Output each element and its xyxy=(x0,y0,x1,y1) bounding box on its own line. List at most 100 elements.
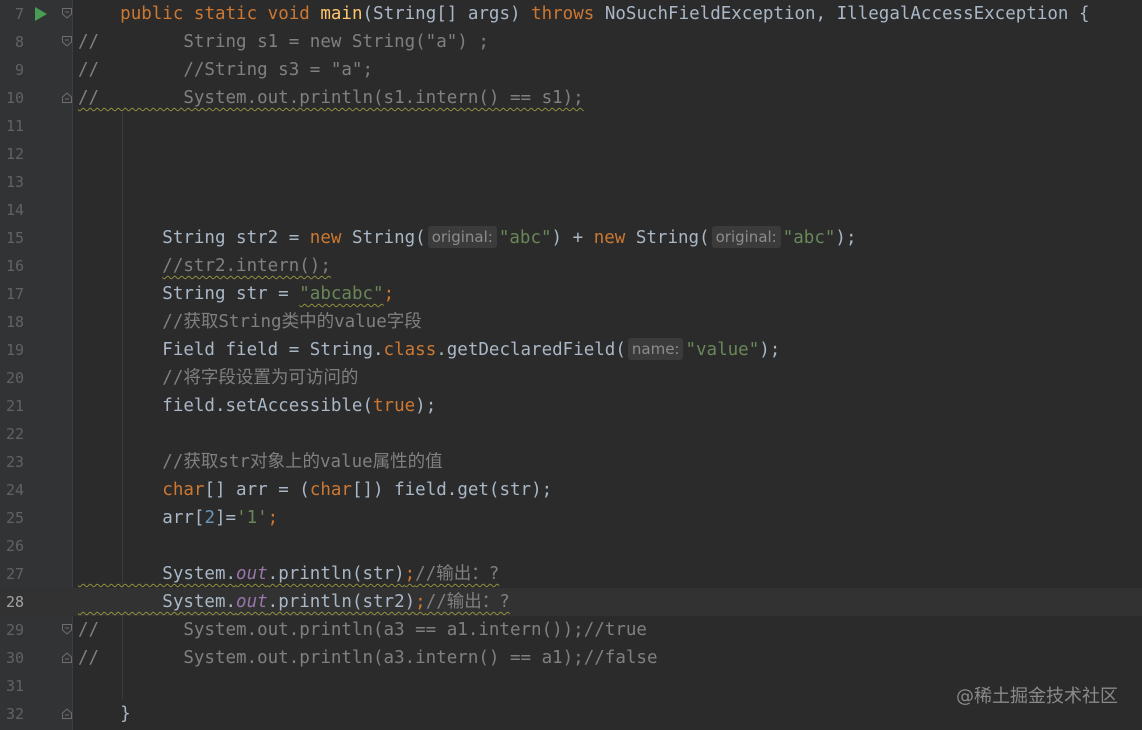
code-token: [] arr = ( xyxy=(204,480,310,500)
line-number[interactable]: 7 xyxy=(0,0,24,28)
code-text[interactable]: } xyxy=(78,700,131,728)
line-number[interactable]: 28 xyxy=(0,588,24,616)
code-text[interactable]: // System.out.println(a3.intern() == a1)… xyxy=(78,644,657,672)
line-number[interactable]: 18 xyxy=(0,308,24,336)
code-line[interactable]: 18 //获取String类中的value字段 xyxy=(0,308,1142,336)
line-number[interactable]: 14 xyxy=(0,196,24,224)
code-text[interactable]: field.setAccessible(true); xyxy=(78,392,436,420)
code-token: // System.out.println(a3 == a1.intern())… xyxy=(78,620,647,640)
line-number[interactable]: 9 xyxy=(0,56,24,84)
code-token: //将字段设置为可访问的 xyxy=(78,368,359,388)
code-line[interactable]: 24 char[] arr = (char[]) field.get(str); xyxy=(0,476,1142,504)
line-number[interactable]: 20 xyxy=(0,364,24,392)
code-line[interactable]: 28 System.out.println(str2);//输出：? xyxy=(0,588,1142,616)
code-text[interactable]: // System.out.println(a3 == a1.intern())… xyxy=(78,616,647,644)
code-text[interactable]: //str2.intern(); xyxy=(78,252,331,280)
code-token: NoSuchFieldException, IllegalAccessExcep… xyxy=(604,4,1090,24)
code-editor[interactable]: 7 public static void main(String[] args)… xyxy=(0,0,1142,730)
code-text[interactable]: // System.out.println(s1.intern() == s1)… xyxy=(78,84,584,112)
code-text[interactable]: char[] arr = (char[]) field.get(str); xyxy=(78,476,552,504)
parameter-hint: original: xyxy=(427,226,497,248)
line-number[interactable]: 17 xyxy=(0,280,24,308)
fold-close-icon[interactable] xyxy=(62,92,72,103)
code-token: out xyxy=(236,592,268,612)
line-number[interactable]: 13 xyxy=(0,168,24,196)
line-number[interactable]: 32 xyxy=(0,700,24,728)
code-line[interactable]: 14 xyxy=(0,196,1142,224)
code-line[interactable]: 11 xyxy=(0,112,1142,140)
code-line[interactable]: 27 System.out.println(str);//输出：? xyxy=(0,560,1142,588)
code-text[interactable]: // String s1 = new String("a") ; xyxy=(78,28,489,56)
code-line[interactable]: 9 // //String s3 = "a"; xyxy=(0,56,1142,84)
code-token: //获取String类中的value字段 xyxy=(78,312,422,332)
code-text[interactable]: String str2 = new String(original: "abc")… xyxy=(78,224,857,252)
code-token: ); xyxy=(759,340,781,360)
code-token: throws xyxy=(531,4,605,24)
code-text[interactable]: // //String s3 = "a"; xyxy=(78,56,373,84)
fold-open-icon[interactable] xyxy=(62,624,72,635)
code-line[interactable]: 20 //将字段设置为可访问的 xyxy=(0,364,1142,392)
line-number[interactable]: 16 xyxy=(0,252,24,280)
code-token: main xyxy=(320,4,363,24)
line-number[interactable]: 23 xyxy=(0,448,24,476)
code-token: System. xyxy=(78,592,237,612)
code-token: new xyxy=(593,228,636,248)
code-line[interactable]: 26 xyxy=(0,532,1142,560)
code-text[interactable]: Field field = String.class.getDeclaredFi… xyxy=(78,336,780,364)
code-line[interactable]: 21 field.setAccessible(true); xyxy=(0,392,1142,420)
line-number[interactable]: 22 xyxy=(0,420,24,448)
line-number[interactable]: 19 xyxy=(0,336,24,364)
code-line[interactable]: 23 //获取str对象上的value属性的值 xyxy=(0,448,1142,476)
code-line[interactable]: 7 public static void main(String[] args)… xyxy=(0,0,1142,28)
code-line[interactable]: 22 xyxy=(0,420,1142,448)
fold-open-icon[interactable] xyxy=(62,36,72,47)
line-number[interactable]: 15 xyxy=(0,224,24,252)
code-text[interactable]: //获取String类中的value字段 xyxy=(78,308,422,336)
code-text[interactable]: System.out.println(str2);//输出：? xyxy=(78,588,510,616)
line-number[interactable]: 31 xyxy=(0,672,24,700)
code-text[interactable]: public static void main(String[] args) t… xyxy=(78,0,1090,28)
code-token: // String s1 = new String("a") ; xyxy=(78,32,489,52)
code-line[interactable]: 25 arr[2]='1'; xyxy=(0,504,1142,532)
code-line[interactable]: 30 // System.out.println(a3.intern() == a… xyxy=(0,644,1142,672)
code-token: String( xyxy=(635,228,710,248)
line-number[interactable]: 8 xyxy=(0,28,24,56)
code-token: public static void xyxy=(120,4,321,24)
parameter-hint: original: xyxy=(711,226,781,248)
line-number[interactable]: 25 xyxy=(0,504,24,532)
fold-close-icon[interactable] xyxy=(62,708,72,719)
code-text[interactable]: //将字段设置为可访问的 xyxy=(78,364,358,392)
line-number[interactable]: 29 xyxy=(0,616,24,644)
code-text[interactable]: //获取str对象上的value属性的值 xyxy=(78,448,442,476)
line-number[interactable]: 30 xyxy=(0,644,24,672)
line-number[interactable]: 12 xyxy=(0,140,24,168)
fold-open-icon[interactable] xyxy=(62,8,72,19)
code-line[interactable]: 8 // String s1 = new String("a") ; xyxy=(0,28,1142,56)
code-line[interactable]: 13 xyxy=(0,168,1142,196)
code-text[interactable]: System.out.println(str);//输出：? xyxy=(78,560,499,588)
code-line[interactable]: 29 // System.out.println(a3 == a1.intern(… xyxy=(0,616,1142,644)
code-token: (String[] args) xyxy=(362,4,532,24)
code-text[interactable]: String str = "abcabc"; xyxy=(78,280,394,308)
run-gutter-icon[interactable] xyxy=(35,7,47,21)
code-token: ); xyxy=(835,228,857,248)
line-number[interactable]: 27 xyxy=(0,560,24,588)
code-line[interactable]: 17 String str = "abcabc"; xyxy=(0,280,1142,308)
code-line[interactable]: 15 String str2 = new String(original: "ab… xyxy=(0,224,1142,252)
code-token: ; xyxy=(415,592,426,612)
code-line[interactable]: 19 Field field = String.class.getDeclare… xyxy=(0,336,1142,364)
code-line[interactable]: 12 xyxy=(0,140,1142,168)
line-number[interactable]: 26 xyxy=(0,532,24,560)
fold-close-icon[interactable] xyxy=(62,652,72,663)
code-token: 2 xyxy=(204,508,215,528)
line-number[interactable]: 11 xyxy=(0,112,24,140)
code-token: out xyxy=(236,564,268,584)
code-token: //输出：? xyxy=(425,592,510,612)
code-line[interactable]: 16 //str2.intern(); xyxy=(0,252,1142,280)
code-line[interactable]: 10 // System.out.println(s1.intern() == s… xyxy=(0,84,1142,112)
code-token: String( xyxy=(351,228,426,248)
line-number[interactable]: 21 xyxy=(0,392,24,420)
code-text[interactable]: arr[2]='1'; xyxy=(78,504,278,532)
line-number[interactable]: 10 xyxy=(0,84,24,112)
line-number[interactable]: 24 xyxy=(0,476,24,504)
